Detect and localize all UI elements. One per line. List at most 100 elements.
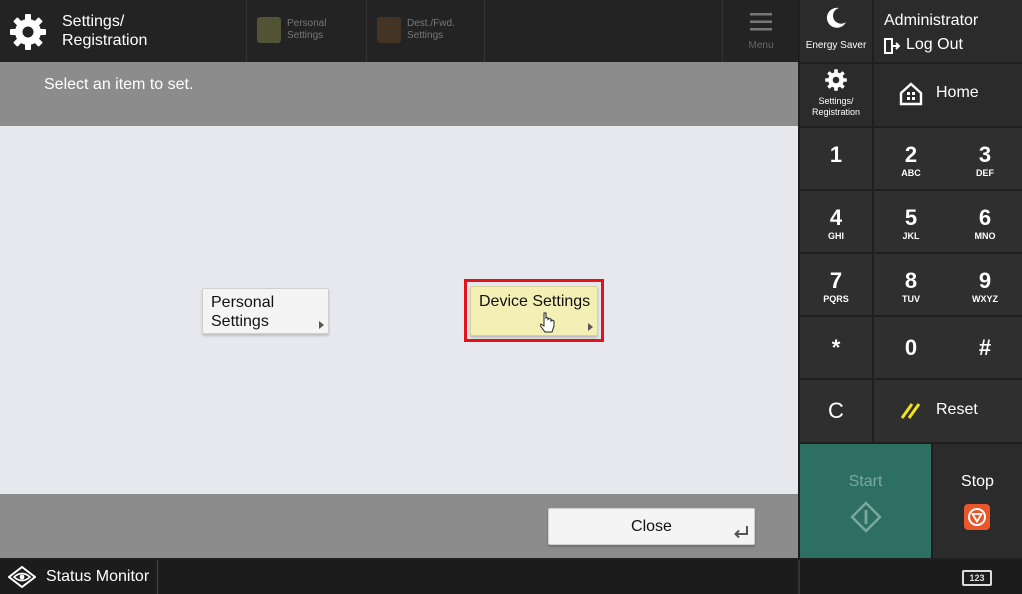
stop-button[interactable]: Stop — [933, 444, 1022, 558]
reset-label: Reset — [936, 401, 978, 418]
eye-diamond-icon — [8, 566, 36, 588]
key-number: 2 — [904, 142, 918, 167]
key-number: 9 — [978, 268, 992, 293]
status-bar: Status Monitor 123 — [0, 560, 1022, 594]
key-letters: ABC — [901, 168, 921, 178]
hamburger-menu-icon — [750, 13, 772, 31]
settings-registration-button[interactable]: Settings/ Registration — [800, 64, 872, 126]
key-letters: WXYZ — [972, 294, 998, 304]
key-6[interactable]: 6 MNO — [948, 191, 1022, 252]
close-label: Close — [631, 518, 672, 535]
gear-icon — [10, 14, 46, 50]
logout-label: Log Out — [906, 36, 963, 53]
key-0[interactable]: 0 — [874, 317, 948, 378]
key-hash[interactable]: # — [948, 317, 1022, 378]
key-asterisk[interactable]: * — [800, 317, 872, 378]
tab-label-line2: Settings — [287, 30, 324, 41]
tab-personal-settings[interactable]: Personal Settings — [246, 0, 364, 62]
content-area: Personal Settings Device Settings — [0, 126, 798, 494]
enter-return-icon — [734, 526, 748, 539]
divider — [798, 560, 800, 594]
clear-label: C — [828, 398, 844, 423]
key-number: 1 — [829, 142, 843, 167]
status-monitor-label: Status Monitor — [46, 568, 150, 585]
bottom-bar: Close — [0, 494, 798, 558]
key-8[interactable]: 8 TUV — [874, 254, 948, 315]
key-7[interactable]: 7 PQRS — [800, 254, 872, 315]
tab-dest-fwd-settings-label: Dest./Fwd. Settings — [407, 18, 455, 42]
settings-label-line2: Registration — [811, 107, 861, 117]
key-5[interactable]: 5 JKL — [874, 191, 948, 252]
key-clear[interactable]: C — [800, 380, 872, 442]
app-title-area: Settings/ Registration — [0, 0, 150, 62]
start-label: Start — [848, 473, 883, 490]
start-button[interactable]: Start — [800, 444, 931, 558]
key-letters: GHI — [827, 231, 844, 241]
key-number: 7 — [829, 268, 843, 293]
key-letters: DEF — [976, 168, 994, 178]
settings-registration-label: Settings/ Registration — [800, 96, 872, 118]
close-button[interactable]: Close — [548, 508, 755, 545]
tab-empty — [484, 0, 722, 62]
key-letters: TUV — [902, 294, 920, 304]
settings-label-line1: Settings/ — [818, 96, 854, 106]
tab-label-line2: Settings — [407, 30, 444, 41]
key-3[interactable]: 3 DEF — [948, 128, 1022, 189]
key-letters: JKL — [902, 231, 920, 241]
home-button[interactable]: Home — [874, 64, 1022, 126]
key-number: 0 — [904, 335, 918, 360]
device-settings-button[interactable]: Device Settings — [470, 286, 598, 336]
page-title-line1: Settings/ — [62, 13, 125, 30]
tab-personal-settings-label: Personal Settings — [287, 18, 326, 42]
key-number: # — [978, 335, 992, 360]
key-9[interactable]: 9 WXYZ — [948, 254, 1022, 315]
page-title-line2: Registration — [62, 32, 148, 49]
numeric-keypad-toggle-icon[interactable]: 123 — [962, 570, 992, 586]
key-number: 5 — [904, 205, 918, 230]
key-number: 8 — [904, 268, 918, 293]
status-monitor-button[interactable]: Status Monitor — [0, 560, 158, 594]
device-settings-label: Device Settings — [479, 293, 591, 310]
reset-slash-icon — [900, 403, 921, 419]
chevron-right-icon — [319, 321, 324, 329]
top-bar: Settings/ Registration Personal Settings… — [0, 0, 798, 62]
label-line2: Settings — [211, 313, 269, 330]
tab-label-line1: Personal — [287, 18, 327, 29]
personal-settings-button[interactable]: Personal Settings — [202, 288, 329, 334]
gear-icon — [825, 69, 847, 91]
energy-saver-label: Energy Saver — [805, 40, 867, 51]
home-icon — [899, 82, 923, 106]
tab-label-line1: Dest./Fwd. — [407, 18, 455, 29]
moon-icon — [826, 7, 846, 28]
home-label: Home — [936, 84, 979, 101]
key-letters: MNO — [974, 231, 996, 241]
key-number: 4 — [829, 205, 843, 230]
key-number: 6 — [978, 205, 992, 230]
instruction-text: Select an item to set. — [44, 76, 194, 93]
chevron-right-icon — [588, 323, 593, 331]
key-number: 3 — [978, 142, 992, 167]
menu-label: Menu — [748, 40, 774, 51]
label-line1: Personal — [211, 294, 275, 311]
tab-dest-fwd-settings[interactable]: Dest./Fwd. Settings — [366, 0, 484, 62]
user-name: Administrator — [884, 12, 979, 29]
logout-button[interactable]: Log Out — [880, 34, 1010, 58]
personal-settings-icon — [257, 17, 281, 43]
key-4[interactable]: 4 GHI — [800, 191, 872, 252]
key-number: * — [831, 335, 841, 360]
mouse-cursor-icon — [540, 312, 555, 333]
energy-saver-button[interactable]: Energy Saver — [800, 0, 872, 62]
menu-button[interactable]: Menu — [722, 0, 798, 62]
key-1[interactable]: 1 — [800, 128, 872, 189]
user-area: Administrator Log Out — [874, 0, 1022, 62]
numpad-label: 123 — [969, 573, 985, 583]
key-2[interactable]: 2 ABC — [874, 128, 948, 189]
page-title: Settings/ Registration — [62, 12, 152, 50]
instruction-bar: Select an item to set. — [0, 62, 798, 126]
stop-icon — [964, 504, 990, 530]
personal-settings-label: Personal Settings — [211, 293, 274, 331]
reset-button[interactable]: Reset — [874, 380, 1022, 442]
stop-label: Stop — [961, 473, 994, 490]
start-diamond-icon — [850, 501, 882, 533]
address-book-icon — [377, 17, 401, 43]
